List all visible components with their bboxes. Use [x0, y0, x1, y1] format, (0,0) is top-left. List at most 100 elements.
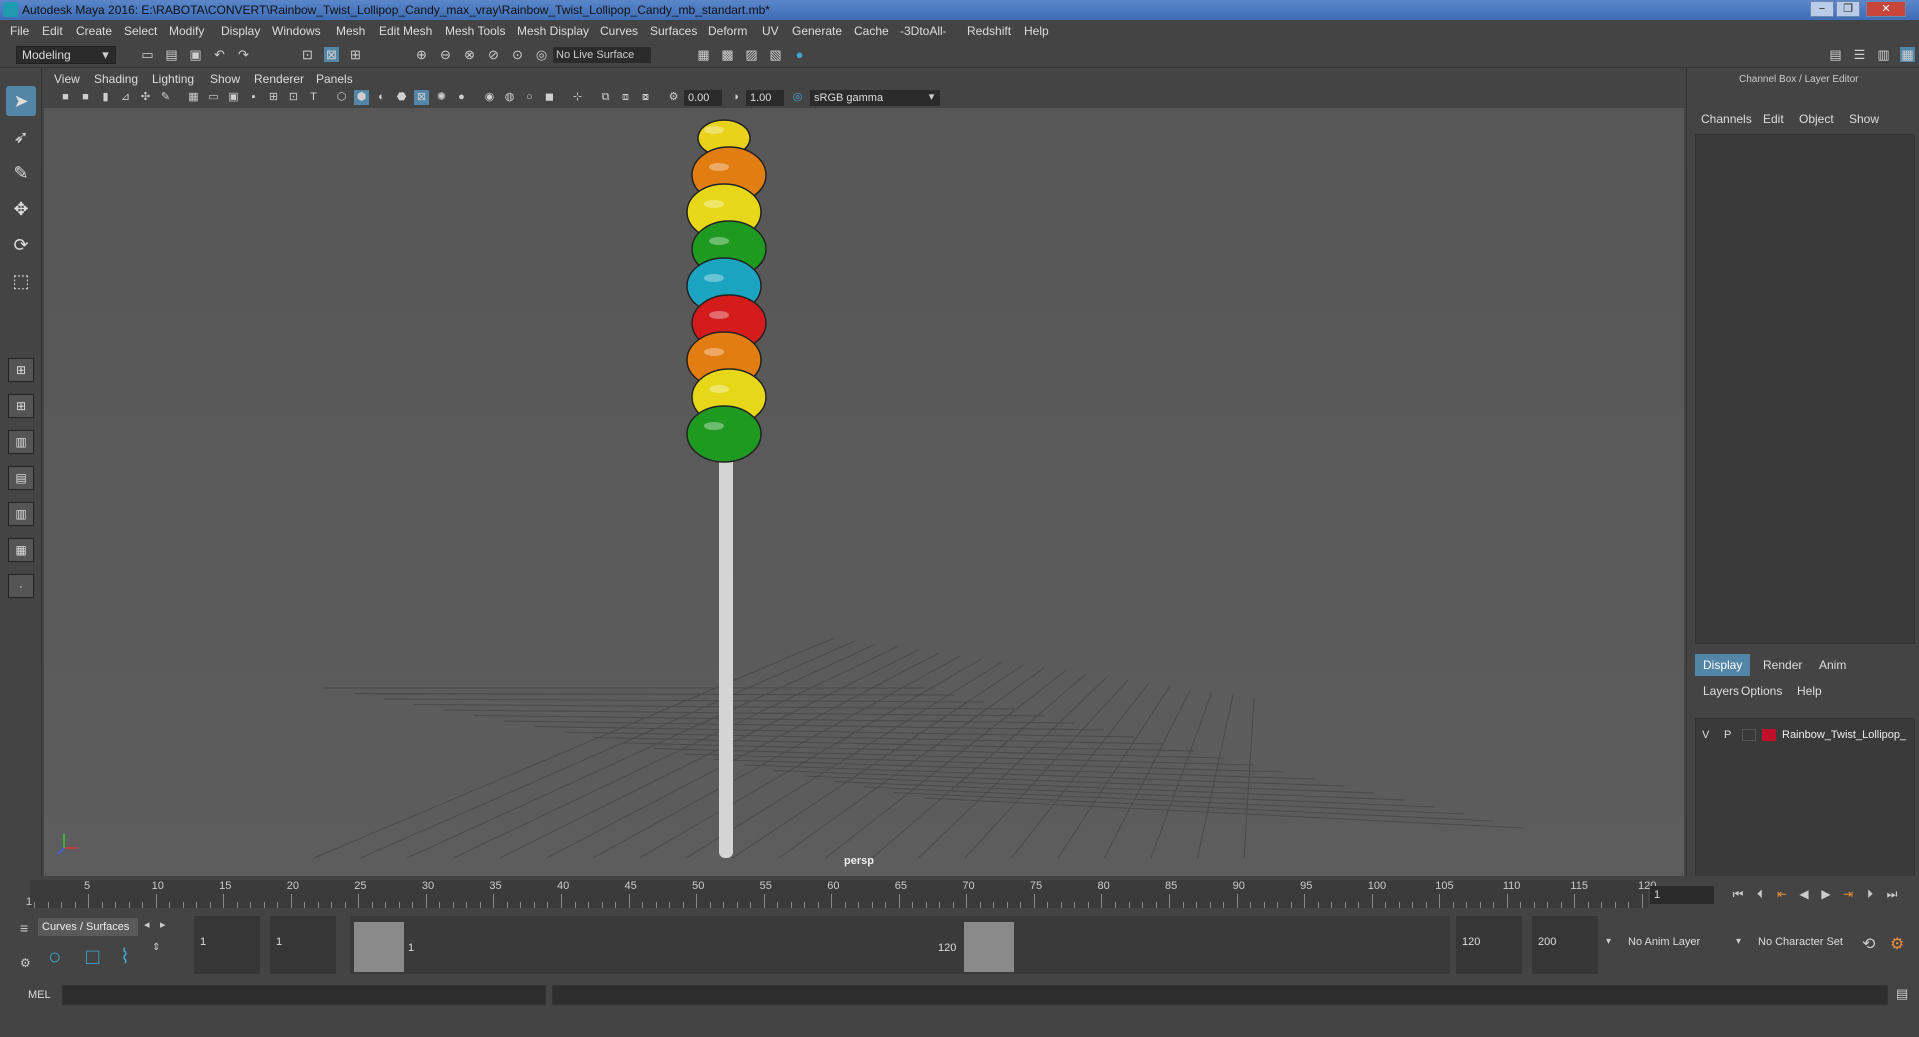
step-back-key-icon[interactable]: ⇤: [1774, 886, 1790, 902]
time-slider[interactable]: 5 10 15 20 25 30 35 40 45 50 55 60 65 70 75 80 85 90 95 100…: [0, 876, 1919, 914]
save-scene-icon[interactable]: ▣: [188, 47, 203, 62]
layer-playback-toggle[interactable]: P: [1724, 729, 1731, 741]
menu-file[interactable]: File: [10, 24, 29, 38]
depth-of-field-icon[interactable]: ◼: [542, 90, 557, 105]
command-input[interactable]: [62, 985, 546, 1005]
layer-color-swatch[interactable]: [1762, 729, 1776, 741]
textured-icon[interactable]: ⊠: [414, 90, 429, 105]
animation-end-field[interactable]: 200: [1532, 916, 1598, 974]
make-live-icon[interactable]: ◎: [534, 47, 549, 62]
shelf-tab-curves-surfaces[interactable]: Curves / Surfaces: [38, 918, 138, 936]
character-set-dropdown[interactable]: No Character Set: [1752, 916, 1860, 974]
four-view-layout-icon[interactable]: ⊞: [8, 394, 34, 418]
menu-edit-mesh[interactable]: Edit Mesh: [379, 24, 432, 38]
snap-curve-icon[interactable]: ⊖: [438, 47, 453, 62]
time-ruler[interactable]: 5 10 15 20 25 30 35 40 45 50 55 60 65 70 75 80 85 90 95 100…: [30, 880, 1656, 908]
persp-outliner-layout-icon[interactable]: ▥: [8, 502, 34, 526]
field-chart-icon[interactable]: ⊞: [266, 90, 281, 105]
safe-action-icon[interactable]: ⊡: [286, 90, 301, 105]
snap-grid-icon[interactable]: ⊕: [414, 47, 429, 62]
playback-start-field[interactable]: 1: [270, 916, 336, 974]
step-back-icon[interactable]: ⏴: [1752, 886, 1768, 902]
menu-help[interactable]: Help: [1024, 24, 1049, 38]
vp-menu-show[interactable]: Show: [210, 72, 240, 86]
menu-redshift[interactable]: Redshift: [967, 24, 1011, 38]
play-forward-icon[interactable]: ▶: [1818, 886, 1834, 902]
move-tool-icon[interactable]: ✥: [6, 194, 36, 224]
antialiasing-icon[interactable]: ○: [522, 90, 537, 105]
tab-anim[interactable]: Anim: [1811, 654, 1854, 676]
menu-mesh-tools[interactable]: Mesh Tools: [445, 24, 505, 38]
vp-menu-lighting[interactable]: Lighting: [152, 72, 194, 86]
vp-menu-renderer[interactable]: Renderer: [254, 72, 304, 86]
step-forward-key-icon[interactable]: ⇥: [1840, 886, 1856, 902]
chevron-down-icon[interactable]: ▾: [1736, 936, 1741, 947]
tab-edit[interactable]: Edit: [1763, 112, 1784, 126]
play-backward-icon[interactable]: ◀: [1796, 886, 1812, 902]
tab-render[interactable]: Render: [1755, 654, 1810, 676]
exposure-field[interactable]: 0.00: [684, 90, 722, 106]
menu-3dtoall[interactable]: -3DtoAll-: [900, 24, 947, 38]
menu-mesh[interactable]: Mesh: [336, 24, 365, 38]
minimize-button[interactable]: −: [1810, 1, 1834, 17]
vp-menu-view[interactable]: View: [54, 72, 80, 86]
maximize-button[interactable]: ❐: [1836, 1, 1860, 17]
menu-windows[interactable]: Windows: [272, 24, 321, 38]
menu-cache[interactable]: Cache: [854, 24, 889, 38]
color-space-dropdown[interactable]: sRGB gamma: [810, 90, 940, 106]
tab-show[interactable]: Show: [1849, 112, 1879, 126]
resolution-gate-icon[interactable]: ▣: [226, 90, 241, 105]
gamma-field[interactable]: 1.00: [746, 90, 784, 106]
render-sequence-icon[interactable]: ▩: [720, 47, 735, 62]
smooth-shade-icon[interactable]: ⬢: [354, 90, 369, 105]
cv-curve-icon[interactable]: ⌇: [120, 944, 130, 969]
shadows-icon[interactable]: ●: [454, 90, 469, 105]
single-view-layout-icon[interactable]: ⊞: [8, 358, 34, 382]
new-scene-icon[interactable]: ▭: [140, 47, 155, 62]
snap-point-icon[interactable]: ⊗: [462, 47, 477, 62]
range-slider[interactable]: 1 120: [350, 916, 1450, 974]
playback-end-field[interactable]: 120: [1456, 916, 1522, 974]
select-object-icon[interactable]: ⊠: [324, 47, 339, 62]
screen-space-ao-icon[interactable]: ◉: [482, 90, 497, 105]
menu-mesh-display[interactable]: Mesh Display: [517, 24, 589, 38]
shelf-settings-icon[interactable]: ⚙: [20, 956, 31, 970]
outliner-layout-icon[interactable]: ▦: [8, 538, 34, 562]
menu-uv[interactable]: UV: [762, 24, 779, 38]
nurbs-circle-icon[interactable]: ○: [48, 944, 61, 970]
xray-icon[interactable]: ⧉: [598, 90, 613, 105]
hypershade-icon[interactable]: ●: [792, 47, 807, 62]
range-start-handle[interactable]: [354, 922, 404, 972]
perspective-viewport[interactable]: persp: [44, 108, 1684, 876]
tab-object[interactable]: Object: [1799, 112, 1834, 126]
tab-display[interactable]: Display: [1695, 654, 1751, 676]
xray-joints-icon[interactable]: ⧈: [618, 90, 633, 105]
camera-icon[interactable]: ■: [58, 90, 73, 105]
exposure-icon[interactable]: ⚙: [666, 90, 681, 105]
range-end-handle[interactable]: [964, 922, 1014, 972]
tab-channels[interactable]: Channels: [1701, 112, 1752, 126]
shelf-next-icon[interactable]: ▸: [160, 918, 166, 931]
ipr-render-icon[interactable]: ▨: [744, 47, 759, 62]
step-forward-icon[interactable]: ⏵: [1862, 886, 1878, 902]
shelf-menu-icon[interactable]: ≡: [20, 920, 28, 936]
chevron-down-icon[interactable]: ▾: [98, 47, 113, 62]
snap-view-icon[interactable]: ⊘: [486, 47, 501, 62]
scale-tool-icon[interactable]: ⬚: [6, 266, 36, 296]
animation-prefs-icon[interactable]: ⚙: [1890, 934, 1904, 954]
anim-layer-dropdown[interactable]: No Anim Layer: [1622, 916, 1742, 974]
close-button[interactable]: ✕: [1866, 1, 1906, 17]
persp-graph-layout-icon[interactable]: ▤: [8, 466, 34, 490]
go-to-end-icon[interactable]: ⏭: [1884, 886, 1900, 902]
shelf-scroll-icon[interactable]: ⇕: [152, 942, 160, 953]
menu-select[interactable]: Select: [124, 24, 157, 38]
attribute-editor-icon[interactable]: ☰: [1852, 47, 1867, 62]
vp-menu-shading[interactable]: Shading: [94, 72, 138, 86]
lasso-tool-icon[interactable]: ➶: [6, 122, 36, 152]
render-settings-icon[interactable]: ▧: [768, 47, 783, 62]
vp-menu-panels[interactable]: Panels: [316, 72, 353, 86]
use-all-lights-icon[interactable]: ✺: [434, 90, 449, 105]
image-plane-icon[interactable]: ⊿: [118, 90, 133, 105]
menu-create[interactable]: Create: [76, 24, 112, 38]
gate-mask-icon[interactable]: ▪: [246, 90, 261, 105]
